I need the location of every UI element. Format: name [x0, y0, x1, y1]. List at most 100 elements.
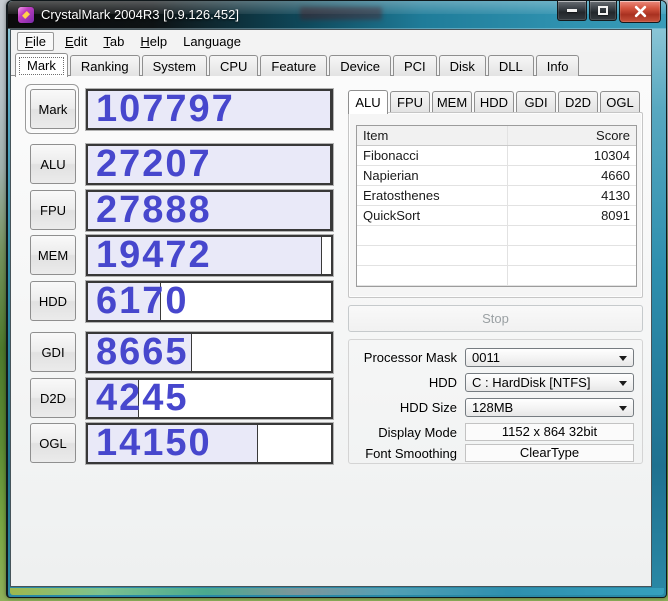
- main-tabstrip: Mark Ranking System CPU Feature Device P…: [11, 52, 651, 77]
- bench-button-ogl[interactable]: OGL: [30, 423, 76, 463]
- detail-tab-ogl[interactable]: OGL: [600, 91, 640, 112]
- item-cell: Napierian: [357, 166, 508, 185]
- detail-tab-hdd[interactable]: HDD: [474, 91, 514, 112]
- chevron-down-icon: [619, 406, 627, 411]
- bench-bar-fpu: 27888: [86, 190, 333, 231]
- processor-mask-label: Processor Mask: [363, 350, 457, 365]
- processor-mask-select[interactable]: 0011: [465, 348, 634, 367]
- hdd-label: HDD: [428, 375, 457, 390]
- font-smoothing-label: Font Smoothing: [365, 445, 457, 461]
- bench-button-mem[interactable]: MEM: [30, 235, 76, 275]
- recording-artifact: [300, 7, 382, 20]
- table-row-empty: [357, 266, 636, 286]
- tab-device[interactable]: Device: [329, 55, 391, 76]
- close-button[interactable]: [619, 1, 661, 23]
- app-icon[interactable]: [18, 7, 34, 23]
- bench-row-d2d: D2D 4245: [11, 378, 341, 419]
- app-window: CrystalMark 2004R3 [0.9.126.452] File Ed…: [6, 0, 667, 598]
- table-row-empty: [357, 246, 636, 266]
- tab-pci[interactable]: PCI: [392, 55, 437, 76]
- titlebar[interactable]: CrystalMark 2004R3 [0.9.126.452]: [8, 1, 666, 29]
- detail-panel: Item Score Fibonacci 10304 Napierian 466…: [348, 112, 643, 298]
- field-row: HDD Size 128MB: [355, 398, 634, 417]
- window-controls: [557, 1, 661, 23]
- tab-mark[interactable]: Mark: [15, 53, 68, 77]
- bench-button-d2d[interactable]: D2D: [30, 378, 76, 418]
- item-cell: QuickSort: [357, 206, 508, 225]
- bench-row-mark: Mark 107797: [11, 84, 341, 134]
- bench-score-d2d: 4245: [96, 378, 189, 419]
- menu-item-help[interactable]: Help: [132, 32, 175, 51]
- tab-cpu[interactable]: CPU: [208, 55, 259, 76]
- display-mode-label: Display Mode: [378, 424, 457, 440]
- processor-mask-value: 0011: [472, 350, 500, 365]
- detail-tab-d2d[interactable]: D2D: [558, 91, 598, 112]
- tab-dll[interactable]: DLL: [487, 55, 534, 76]
- detail-tab-mem[interactable]: MEM: [432, 91, 472, 112]
- table-header: Item Score: [357, 126, 636, 146]
- field-row: Display Mode 1152 x 864 32bit: [355, 423, 634, 441]
- tab-system[interactable]: System: [141, 55, 207, 76]
- maximize-icon: [598, 6, 608, 15]
- tab-info[interactable]: Info: [535, 55, 580, 76]
- bench-button-mark[interactable]: Mark: [30, 89, 76, 129]
- font-smoothing-value: ClearType: [465, 444, 634, 462]
- table-row: Napierian 4660: [357, 166, 636, 186]
- bench-row-mem: MEM 19472: [11, 235, 341, 276]
- window-frame-bottom: [10, 588, 664, 595]
- menu-item-language[interactable]: Language: [175, 32, 249, 51]
- bench-bar-gdi: 8665: [86, 332, 333, 373]
- table-row: Eratosthenes 4130: [357, 186, 636, 206]
- detail-tab-gdi[interactable]: GDI: [516, 91, 556, 112]
- detail-tab-alu[interactable]: ALU: [348, 90, 388, 114]
- bench-button-hdd[interactable]: HDD: [30, 281, 76, 321]
- bench-bar-mem: 19472: [86, 235, 333, 276]
- score-cell: 8091: [601, 208, 630, 223]
- bench-row-alu: ALU 27207: [11, 144, 341, 185]
- score-cell: 4660: [601, 168, 630, 183]
- menu-item-file[interactable]: File: [17, 31, 54, 51]
- client-area: File Edit Tab Help Language Mark Ranking…: [10, 29, 652, 587]
- bench-score-ogl: 14150: [96, 423, 212, 464]
- bench-score-alu: 27207: [96, 144, 212, 185]
- chevron-down-icon: [619, 381, 627, 386]
- bench-score-mark: 107797: [96, 89, 235, 130]
- column-score: Score: [596, 128, 630, 143]
- bench-bar-ogl: 14150: [86, 423, 333, 464]
- mark-tab-page: Mark 107797 ALU 27207 FPU 27888 MEM 1947…: [11, 75, 651, 586]
- maximize-button[interactable]: [589, 1, 617, 21]
- minimize-icon: [567, 9, 577, 12]
- bench-row-fpu: FPU 27888: [11, 190, 341, 231]
- bench-score-hdd: 6170: [96, 281, 189, 322]
- bench-score-mem: 19472: [96, 235, 212, 276]
- bench-row-gdi: GDI 8665: [11, 332, 341, 373]
- score-cell: 4130: [601, 188, 630, 203]
- detail-tab-fpu[interactable]: FPU: [390, 91, 430, 112]
- settings-groupbox: Processor Mask 0011 HDD C : HardDisk [NT…: [348, 339, 643, 464]
- bench-score-gdi: 8665: [96, 332, 189, 373]
- bench-button-alu[interactable]: ALU: [30, 144, 76, 184]
- table-row: QuickSort 8091: [357, 206, 636, 226]
- hdd-select[interactable]: C : HardDisk [NTFS]: [465, 373, 634, 392]
- tab-feature[interactable]: Feature: [260, 55, 328, 76]
- hdd-value: C : HardDisk [NTFS]: [472, 375, 591, 390]
- bench-button-gdi[interactable]: GDI: [30, 332, 76, 372]
- field-row: Processor Mask 0011: [355, 348, 634, 367]
- tab-disk[interactable]: Disk: [438, 55, 486, 76]
- item-cell: Eratosthenes: [357, 186, 508, 205]
- menu-item-tab[interactable]: Tab: [95, 32, 132, 51]
- menu-item-edit[interactable]: Edit: [57, 32, 95, 51]
- hdd-size-select[interactable]: 128MB: [465, 398, 634, 417]
- bench-button-fpu[interactable]: FPU: [30, 190, 76, 230]
- field-row: HDD C : HardDisk [NTFS]: [355, 373, 634, 392]
- minimize-button[interactable]: [557, 1, 587, 21]
- bench-score-fpu: 27888: [96, 190, 212, 231]
- table-row-empty: [357, 226, 636, 246]
- table-row: Fibonacci 10304: [357, 146, 636, 166]
- bench-bar-mark: 107797: [86, 89, 333, 130]
- stop-button[interactable]: Stop: [348, 305, 643, 332]
- bench-row-ogl: OGL 14150: [11, 423, 341, 464]
- bench-bar-hdd: 6170: [86, 281, 333, 322]
- chevron-down-icon: [619, 356, 627, 361]
- tab-ranking[interactable]: Ranking: [69, 55, 140, 76]
